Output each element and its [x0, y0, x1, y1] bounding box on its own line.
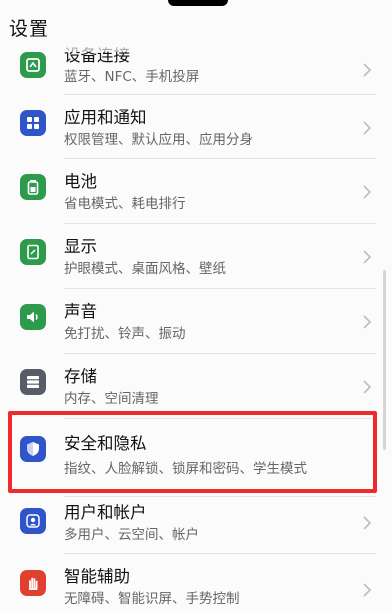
settings-item-label: 电池	[64, 172, 97, 191]
settings-item-label: 存储	[64, 367, 97, 386]
chevron-right-icon	[363, 250, 372, 264]
chevron-right-icon	[363, 121, 372, 135]
settings-item-users-accounts[interactable]: 用户和帐户 多用户、云空间、帐户	[0, 497, 392, 561]
battery-icon	[20, 174, 46, 200]
settings-item-label: 显示	[64, 237, 97, 256]
display-icon	[20, 239, 46, 265]
settings-list: 设备连接 蓝牙、NFC、手机投屏 应用和通知 权限管理、默认应用、应用分身 电池…	[0, 0, 392, 611]
settings-item-label: 声音	[64, 302, 97, 321]
page-title: 设置	[9, 18, 50, 40]
sound-icon	[20, 304, 46, 330]
settings-item-smart-assistance[interactable]: 智能辅助 无障碍、智能识屏、手势控制	[0, 556, 392, 611]
chevron-right-icon	[363, 185, 372, 199]
scrollbar[interactable]	[383, 270, 386, 450]
settings-screen: 设备连接 蓝牙、NFC、手机投屏 应用和通知 权限管理、默认应用、应用分身 电池…	[0, 0, 392, 611]
settings-item-subtitle: 蓝牙、NFC、手机投屏	[64, 69, 200, 85]
settings-item-label: 用户和帐户	[64, 503, 147, 522]
divider	[64, 94, 376, 95]
settings-item-subtitle: 免打扰、铃声、振动	[64, 326, 186, 342]
settings-item-subtitle: 内存、空间清理	[64, 391, 159, 407]
divider	[64, 288, 376, 289]
settings-item-subtitle: 多用户、云空间、帐户	[64, 527, 199, 543]
highlight-annotation	[8, 411, 377, 493]
hand-icon	[20, 570, 46, 596]
chevron-right-icon	[363, 63, 372, 77]
settings-item-display[interactable]: 显示 护眼模式、桌面风格、壁纸	[0, 225, 392, 289]
divider	[64, 223, 376, 224]
settings-item-subtitle: 权限管理、默认应用、应用分身	[64, 132, 253, 148]
divider	[64, 553, 376, 554]
user-icon	[20, 508, 46, 534]
storage-icon	[20, 369, 46, 395]
settings-item-apps-notifications[interactable]: 应用和通知 权限管理、默认应用、应用分身	[0, 96, 392, 160]
settings-item-subtitle: 省电模式、耗电排行	[64, 196, 186, 212]
settings-item-subtitle: 无障碍、智能识屏、手势控制	[64, 591, 240, 607]
settings-item-sound[interactable]: 声音 免打扰、铃声、振动	[0, 290, 392, 354]
camera-notch	[168, 0, 228, 6]
device-connection-icon	[20, 52, 46, 78]
settings-item-subtitle: 护眼模式、桌面风格、壁纸	[64, 261, 226, 277]
divider	[64, 353, 376, 354]
chevron-right-icon	[363, 516, 372, 530]
header-background	[0, 0, 392, 52]
chevron-right-icon	[363, 315, 372, 329]
chevron-right-icon	[363, 583, 372, 597]
settings-item-storage[interactable]: 存储 内存、空间清理	[0, 355, 392, 419]
settings-item-label: 应用和通知	[64, 108, 147, 127]
chevron-right-icon	[363, 380, 372, 394]
settings-item-battery[interactable]: 电池 省电模式、耗电排行	[0, 160, 392, 224]
divider	[64, 158, 376, 159]
settings-item-label: 智能辅助	[64, 567, 130, 586]
apps-icon	[20, 110, 46, 136]
